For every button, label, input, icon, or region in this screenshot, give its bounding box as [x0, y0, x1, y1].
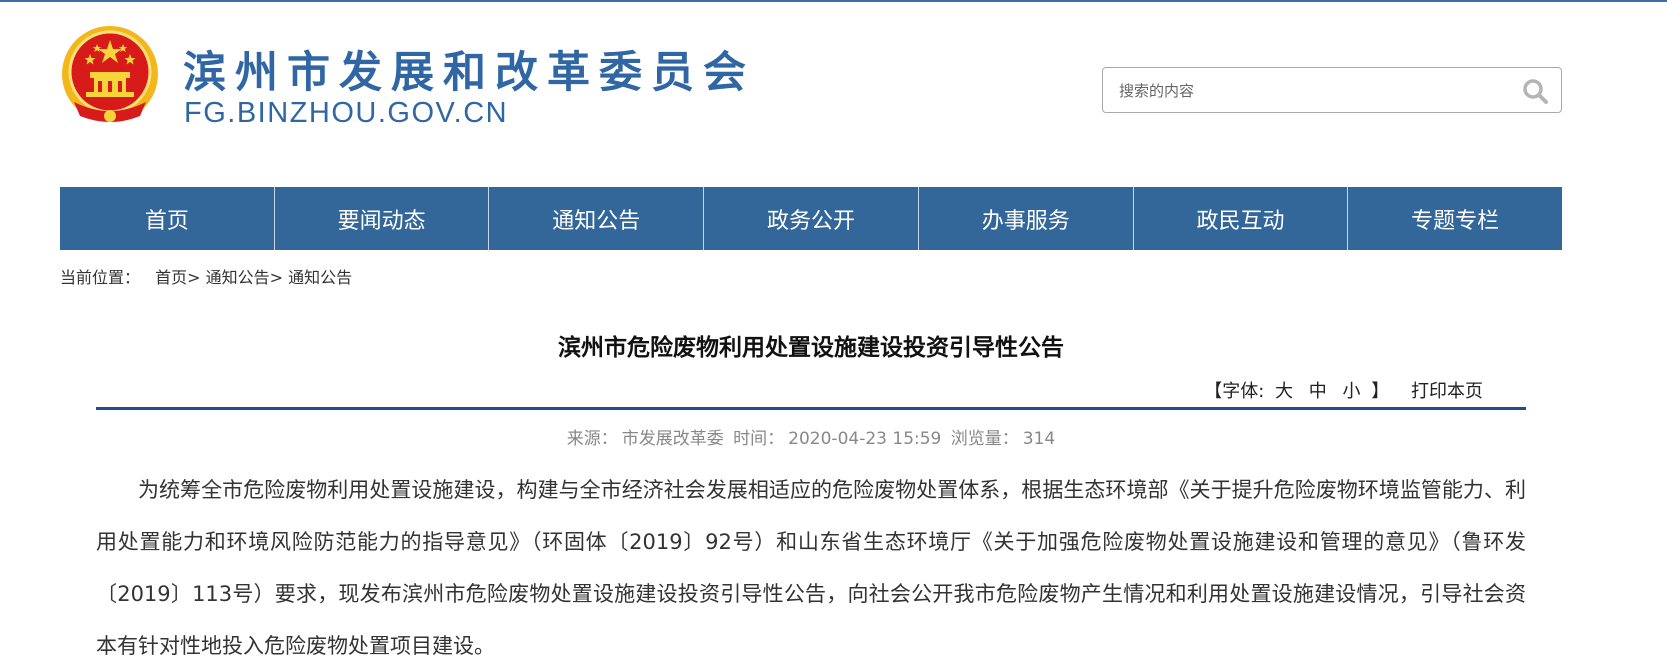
breadcrumb: 当前位置： 首页> 通知公告> 通知公告	[60, 264, 352, 288]
article-title: 滨州市危险废物利用处置设施建设投资引导性公告	[558, 335, 1064, 361]
breadcrumb-item-current[interactable]: 通知公告	[288, 268, 352, 287]
search-box	[1102, 67, 1562, 113]
nav-item-government-affairs[interactable]: 政务公开	[704, 187, 919, 250]
article-tools: 【字体: 大 中 小 】 打印本页	[1204, 377, 1483, 403]
nav-item-interaction[interactable]: 政民互动	[1134, 187, 1349, 250]
print-page-link[interactable]: 打印本页	[1411, 381, 1483, 402]
meta-source: 市发展改革委	[621, 429, 724, 449]
national-emblem-icon	[62, 26, 158, 122]
nav-item-notices[interactable]: 通知公告	[489, 187, 705, 250]
site-title: 滨州市发展和改革委员会	[183, 48, 755, 98]
top-accent-strip	[0, 0, 1667, 2]
search-icon[interactable]	[1521, 77, 1549, 105]
font-size-large-button[interactable]: 大	[1275, 381, 1293, 402]
article-meta: 来源： 市发展改革委 时间： 2020-04-23 15:59 浏览量： 314	[96, 424, 1526, 449]
font-size-medium-button[interactable]: 中	[1309, 381, 1327, 402]
nav-item-home[interactable]: 首页	[60, 187, 275, 250]
site-domain: FG.BINZHOU.GOV.CN	[184, 97, 509, 129]
meta-time: 2020-04-23 15:59	[788, 429, 942, 449]
title-divider	[96, 407, 1526, 410]
main-nav: 首页 要闻动态 通知公告 政务公开 办事服务 政民互动 专题专栏	[60, 187, 1562, 250]
font-size-small-button[interactable]: 小	[1343, 381, 1361, 402]
font-size-bracket-close: 】	[1371, 381, 1390, 402]
breadcrumb-separator: >	[187, 268, 201, 287]
article-paragraph: 为统筹全市危险废物利用处置设施建设，构建与全市经济社会发展相适应的危险废物处置体…	[96, 478, 1526, 658]
nav-item-services[interactable]: 办事服务	[919, 187, 1134, 250]
search-input[interactable]	[1117, 78, 1501, 104]
breadcrumb-item-notices[interactable]: 通知公告	[206, 268, 270, 287]
meta-views: 314	[1022, 429, 1056, 449]
meta-views-label: 浏览量：	[950, 429, 1019, 449]
nav-item-news[interactable]: 要闻动态	[275, 187, 490, 250]
breadcrumb-separator: >	[269, 268, 284, 287]
nav-item-special-topics[interactable]: 专题专栏	[1348, 187, 1562, 250]
breadcrumb-item-home[interactable]: 首页	[155, 268, 187, 287]
meta-time-label: 时间：	[733, 429, 785, 449]
font-size-label: 【字体:	[1204, 381, 1265, 402]
breadcrumb-label: 当前位置：	[60, 268, 141, 287]
meta-source-label: 来源：	[566, 429, 618, 449]
